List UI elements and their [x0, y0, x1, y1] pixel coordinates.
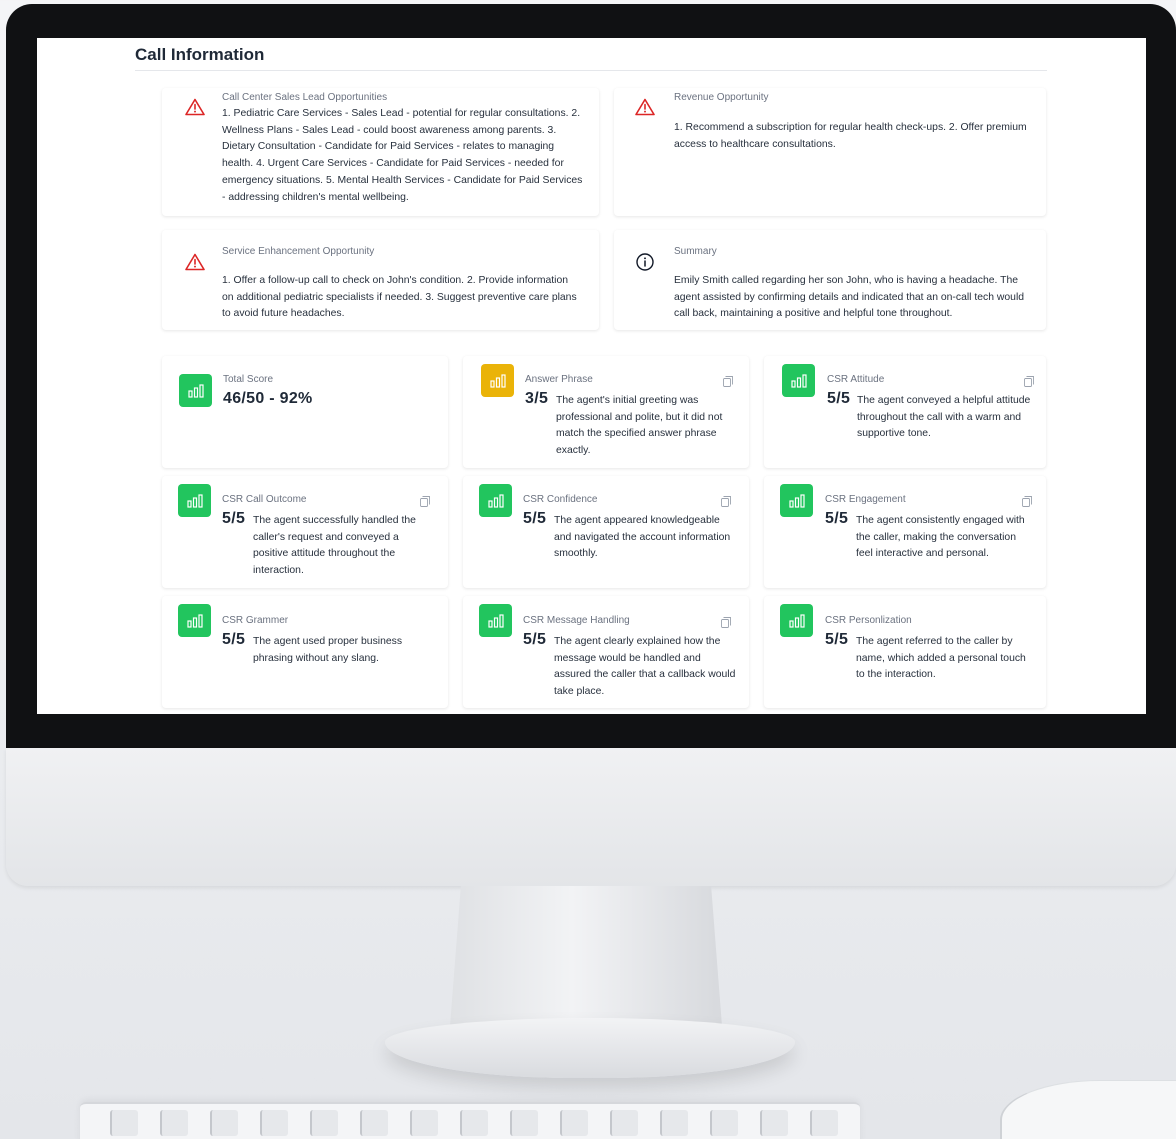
score-label: CSR Confidence [523, 494, 598, 505]
score-label: CSR Grammer [222, 615, 289, 626]
copy-icon[interactable] [721, 496, 731, 507]
insight-card-sales-leads: Call Center Sales Lead Opportunities 1. … [162, 88, 599, 216]
copy-icon[interactable] [721, 617, 731, 628]
score-explanation: The agent's initial greeting was profess… [556, 395, 723, 457]
bar-chart-icon [179, 374, 212, 407]
copy-icon[interactable] [1022, 496, 1032, 507]
score-value: 5/5 [523, 510, 547, 527]
score-value: 5/5 [222, 631, 246, 648]
score-card-csr-message-handling: CSR Message Handling 5/5 The agent clear… [463, 596, 749, 708]
bar-chart-icon [780, 484, 813, 517]
score-label: CSR Engagement [825, 494, 906, 505]
score-card-csr-attitude: CSR Attitude 5/5 The agent conveyed a he… [764, 356, 1046, 468]
score-card-csr-grammer: CSR Grammer 5/5 The agent used proper bu… [162, 596, 448, 708]
title-divider [135, 70, 1047, 71]
score-explanation: The agent clearly explained how the mess… [554, 636, 736, 698]
insight-card-service-enhancement: Service Enhancement Opportunity 1. Offer… [162, 230, 599, 330]
score-label: Answer Phrase [525, 374, 593, 385]
bar-chart-icon [782, 364, 815, 397]
insight-text: 1. Offer a follow-up call to check on Jo… [222, 275, 577, 320]
score-explanation: The agent successfully handled the calle… [253, 515, 416, 577]
score-value: 5/5 [827, 390, 851, 407]
score-label: Total Score [223, 374, 274, 385]
warning-triangle-icon [634, 96, 656, 118]
bar-chart-icon [178, 484, 211, 517]
score-explanation: The agent appeared knowledgeable and nav… [554, 515, 731, 560]
total-score-value: 46/50 - 92% [223, 390, 313, 407]
score-explanation: The agent used proper business phrasing … [253, 636, 403, 664]
copy-icon[interactable] [723, 376, 733, 387]
info-circle-icon [634, 251, 656, 273]
score-card-csr-confidence: CSR Confidence 5/5 The agent appeared kn… [463, 476, 749, 588]
score-explanation: The agent conveyed a helpful attitude th… [857, 395, 1031, 440]
bar-chart-icon [481, 364, 514, 397]
bar-chart-icon [479, 604, 512, 637]
score-value: 5/5 [523, 631, 547, 648]
score-label: CSR Call Outcome [222, 494, 307, 505]
score-value: 3/5 [525, 390, 549, 407]
insight-text: 1. Recommend a subscription for regular … [674, 122, 1027, 150]
insight-text: 1. Pediatric Care Services - Sales Lead … [222, 108, 583, 203]
insight-label: Call Center Sales Lead Opportunities [222, 92, 388, 103]
insight-label: Service Enhancement Opportunity [222, 246, 375, 257]
monitor-chin [6, 748, 1176, 886]
keyboard-keys [110, 1110, 838, 1136]
score-card-csr-call-outcome: CSR Call Outcome 5/5 The agent successfu… [162, 476, 448, 588]
mouse [1000, 1080, 1176, 1139]
bar-chart-icon [780, 604, 813, 637]
screen: Call Information Call Center Sales Lead … [37, 38, 1146, 714]
insight-card-revenue: Revenue Opportunity 1. Recommend a subsc… [614, 88, 1046, 216]
copy-icon[interactable] [1024, 376, 1034, 387]
insight-card-summary: Summary Emily Smith called regarding her… [614, 230, 1046, 330]
score-label: CSR Personlization [825, 615, 912, 626]
score-explanation: The agent consistently engaged with the … [856, 515, 1025, 560]
insight-label: Summary [674, 246, 717, 257]
score-card-total: Total Score 46/50 - 92% [162, 356, 448, 468]
insight-text: Emily Smith called regarding her son Joh… [674, 275, 1025, 320]
score-value: 5/5 [825, 631, 849, 648]
monitor-stand-neck [450, 886, 722, 1026]
copy-icon[interactable] [420, 496, 430, 507]
keyboard [80, 1102, 860, 1139]
bar-chart-icon [479, 484, 512, 517]
warning-triangle-icon [184, 96, 206, 118]
score-card-answer-phrase: Answer Phrase 3/5 The agent's initial gr… [463, 356, 749, 468]
score-label: CSR Attitude [827, 374, 885, 385]
score-value: 5/5 [825, 510, 849, 527]
score-card-csr-personlization: CSR Personlization 5/5 The agent referre… [764, 596, 1046, 708]
warning-triangle-icon [184, 251, 206, 273]
insight-label: Revenue Opportunity [674, 92, 769, 103]
score-card-csr-engagement: CSR Engagement 5/5 The agent consistentl… [764, 476, 1046, 588]
score-value: 5/5 [222, 510, 246, 527]
page-title: Call Information [135, 45, 265, 64]
score-explanation: The agent referred to the caller by name… [856, 636, 1026, 681]
score-label: CSR Message Handling [523, 615, 630, 626]
bar-chart-icon [178, 604, 211, 637]
monitor-stand-base [385, 1018, 795, 1078]
